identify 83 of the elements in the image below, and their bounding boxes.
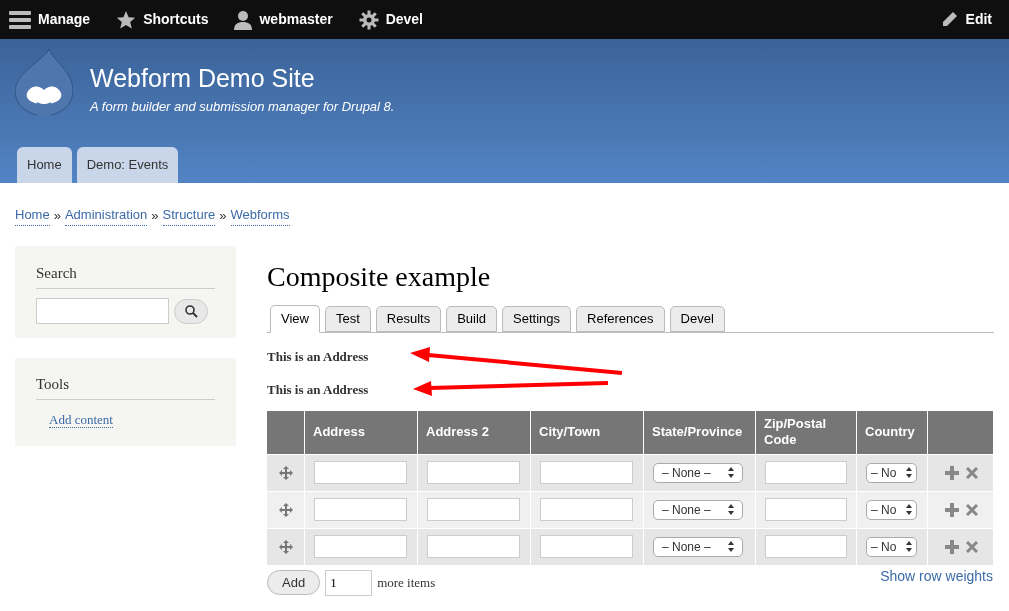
select-field[interactable]: – None – [653, 462, 743, 483]
close-icon[interactable] [966, 540, 978, 553]
toolbar-link[interactable]: Devel [358, 9, 423, 30]
star-icon [116, 9, 137, 30]
dropdown-caret-icon [906, 467, 912, 478]
pencil-icon [940, 11, 958, 28]
breadcrumb-link[interactable]: Structure [162, 205, 216, 226]
text-field[interactable] [540, 535, 633, 558]
edit-link[interactable]: Edit [940, 9, 992, 30]
table-header [267, 410, 304, 454]
close-icon[interactable] [966, 503, 978, 516]
page-tab[interactable]: Devel [669, 305, 725, 332]
show-row-weights-link[interactable]: Show row weights [880, 566, 993, 587]
select-field[interactable]: – No [866, 462, 917, 483]
move-icon[interactable] [278, 465, 293, 480]
tools-link[interactable]: Add content [49, 412, 113, 428]
move-icon[interactable] [278, 539, 293, 554]
text-field[interactable] [427, 535, 520, 558]
fieldset-label: This is an Address [267, 380, 370, 399]
breadcrumb-link[interactable]: Home [15, 205, 50, 226]
block-title: Search [36, 261, 215, 289]
dropdown-caret-icon [906, 504, 912, 515]
text-field[interactable] [314, 535, 407, 558]
plus-icon[interactable] [945, 502, 959, 517]
breadcrumb-separator: » [53, 206, 61, 225]
toolbar-link[interactable]: webmaster [234, 9, 333, 30]
select-field[interactable]: – None – [653, 536, 743, 557]
column-header: Country [857, 410, 927, 454]
block-title: Tools [36, 372, 215, 400]
table-header [928, 410, 993, 454]
plus-icon[interactable] [945, 539, 959, 554]
breadcrumb-separator: » [151, 206, 159, 225]
plus-icon[interactable] [945, 465, 959, 480]
settings-icon [358, 9, 379, 30]
page-tab[interactable]: Results [375, 305, 442, 332]
page-title: Composite example [267, 259, 492, 294]
breadcrumb-separator: » [219, 206, 227, 225]
text-field[interactable] [427, 461, 520, 484]
text-field[interactable] [314, 461, 407, 484]
breadcrumb-link[interactable]: Webforms [230, 205, 290, 226]
text-field[interactable] [540, 461, 633, 484]
header-tab[interactable]: Home [17, 147, 72, 183]
column-header: City/Town [531, 410, 643, 454]
page-tab[interactable]: View [270, 304, 320, 333]
add-button[interactable]: Add [267, 570, 321, 595]
search-button[interactable] [174, 298, 208, 324]
menu-icon [9, 10, 31, 29]
text-field[interactable] [540, 498, 633, 521]
text-field[interactable] [765, 535, 847, 558]
column-header: Zip/Postal Code [756, 410, 856, 454]
move-icon[interactable] [278, 502, 293, 517]
more-items-label: more items [377, 573, 436, 592]
dropdown-caret-icon [728, 467, 734, 478]
toolbar-link[interactable]: Shortcuts [116, 9, 209, 30]
dropdown-caret-icon [906, 541, 912, 552]
column-header: Address [305, 410, 417, 454]
page-tab[interactable]: Test [324, 305, 371, 332]
page-tab[interactable]: Settings [502, 305, 572, 332]
text-field[interactable] [765, 498, 847, 521]
header-tab[interactable]: Demo: Events [76, 147, 179, 183]
search-icon [184, 304, 198, 318]
select-field[interactable]: – No [866, 499, 917, 520]
page-tab[interactable]: References [576, 305, 665, 332]
select-field[interactable]: – None – [653, 499, 743, 520]
toolbar-link[interactable]: Manage [9, 9, 91, 30]
user-icon [234, 9, 253, 30]
breadcrumb-link[interactable]: Administration [64, 205, 148, 226]
column-header: State/Province [644, 410, 755, 454]
column-header: Address 2 [418, 410, 530, 454]
page-tab[interactable]: Build [446, 305, 498, 332]
dropdown-caret-icon [728, 504, 734, 515]
dropdown-caret-icon [728, 541, 734, 552]
text-field[interactable] [314, 498, 407, 521]
item-count-field[interactable]: 1 [325, 569, 373, 596]
search-field[interactable] [36, 298, 169, 324]
site-name[interactable]: Webform Demo Site [90, 63, 395, 93]
text-field[interactable] [427, 498, 520, 521]
site-slogan: A form builder and submission manager for Drupal 8. [90, 98, 395, 116]
close-icon[interactable] [966, 466, 978, 479]
fieldset-label: This is an Address [267, 347, 370, 366]
text-field[interactable] [765, 461, 847, 484]
drop-logo-icon [15, 49, 73, 115]
select-field[interactable]: – No [866, 536, 917, 557]
